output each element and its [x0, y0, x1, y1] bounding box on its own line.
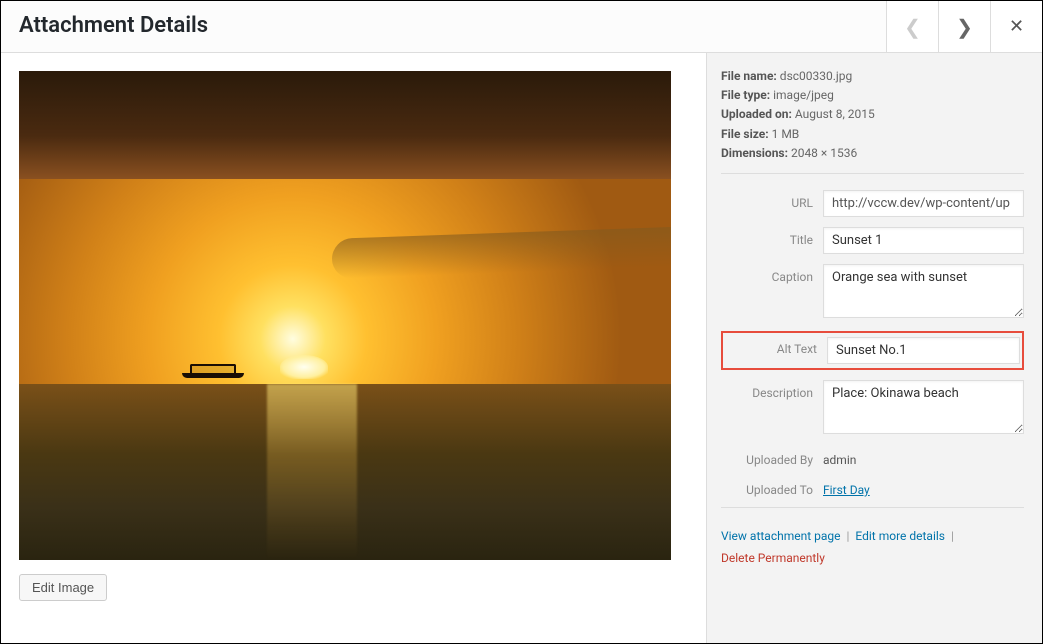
chevron-right-icon: ❯: [956, 15, 973, 39]
uploaded-on-label: Uploaded on:: [721, 107, 792, 121]
edit-image-button[interactable]: Edit Image: [19, 574, 107, 601]
alt-text-input[interactable]: [827, 337, 1020, 364]
attachment-preview-image: [19, 71, 671, 560]
file-meta-block: File name: dsc00330.jpg File type: image…: [721, 67, 1024, 163]
description-textarea[interactable]: Place: Okinawa beach: [823, 380, 1024, 434]
separator: |: [951, 529, 954, 543]
action-links: View attachment page | Edit more details…: [721, 526, 1024, 569]
attachment-details-modal: Attachment Details ❮ ❯ ✕ Edit Image: [0, 0, 1043, 644]
uploaded-on-value: August 8, 2015: [795, 107, 875, 121]
title-input[interactable]: [823, 227, 1024, 254]
modal-body: Edit Image File name: dsc00330.jpg File …: [1, 53, 1042, 643]
edit-more-details-link[interactable]: Edit more details: [855, 529, 945, 543]
description-row: Description Place: Okinawa beach: [721, 380, 1024, 437]
file-name-label: File name:: [721, 69, 777, 83]
dimensions-value: 2048 × 1536: [791, 146, 857, 160]
modal-header: Attachment Details ❮ ❯ ✕: [1, 1, 1042, 53]
title-row: Title: [721, 227, 1024, 254]
uploaded-by-value: admin: [823, 447, 856, 467]
uploaded-to-row: Uploaded To First Day: [721, 477, 1024, 497]
details-pane: File name: dsc00330.jpg File type: image…: [707, 53, 1042, 643]
caption-textarea[interactable]: Orange sea with sunset: [823, 264, 1024, 318]
url-label: URL: [721, 190, 823, 210]
caption-row: Caption Orange sea with sunset: [721, 264, 1024, 321]
file-name-value: dsc00330.jpg: [780, 69, 852, 83]
title-label: Title: [721, 227, 823, 247]
next-button[interactable]: ❯: [938, 1, 990, 52]
close-button[interactable]: ✕: [990, 1, 1042, 52]
alt-text-row: Alt Text: [721, 331, 1024, 370]
chevron-left-icon: ❮: [904, 15, 921, 39]
separator: |: [846, 529, 849, 543]
divider: [721, 507, 1024, 508]
uploaded-by-row: Uploaded By admin: [721, 447, 1024, 467]
alt-text-label: Alt Text: [725, 337, 827, 356]
url-input[interactable]: [823, 190, 1024, 217]
file-size-label: File size:: [721, 127, 769, 141]
preview-pane: Edit Image: [1, 53, 707, 643]
file-size-value: 1 MB: [772, 127, 800, 141]
file-type-label: File type:: [721, 88, 770, 102]
modal-title: Attachment Details: [1, 1, 886, 52]
description-label: Description: [721, 380, 823, 400]
url-row: URL: [721, 190, 1024, 217]
dimensions-label: Dimensions:: [721, 146, 788, 160]
uploaded-to-link[interactable]: First Day: [823, 483, 870, 497]
close-icon: ✕: [1009, 16, 1024, 37]
divider: [721, 173, 1024, 174]
delete-permanently-link[interactable]: Delete Permanently: [721, 551, 825, 565]
caption-label: Caption: [721, 264, 823, 284]
prev-button: ❮: [886, 1, 938, 52]
file-type-value: image/jpeg: [773, 88, 834, 102]
view-attachment-page-link[interactable]: View attachment page: [721, 529, 841, 543]
uploaded-to-label: Uploaded To: [721, 477, 823, 497]
uploaded-by-label: Uploaded By: [721, 447, 823, 467]
